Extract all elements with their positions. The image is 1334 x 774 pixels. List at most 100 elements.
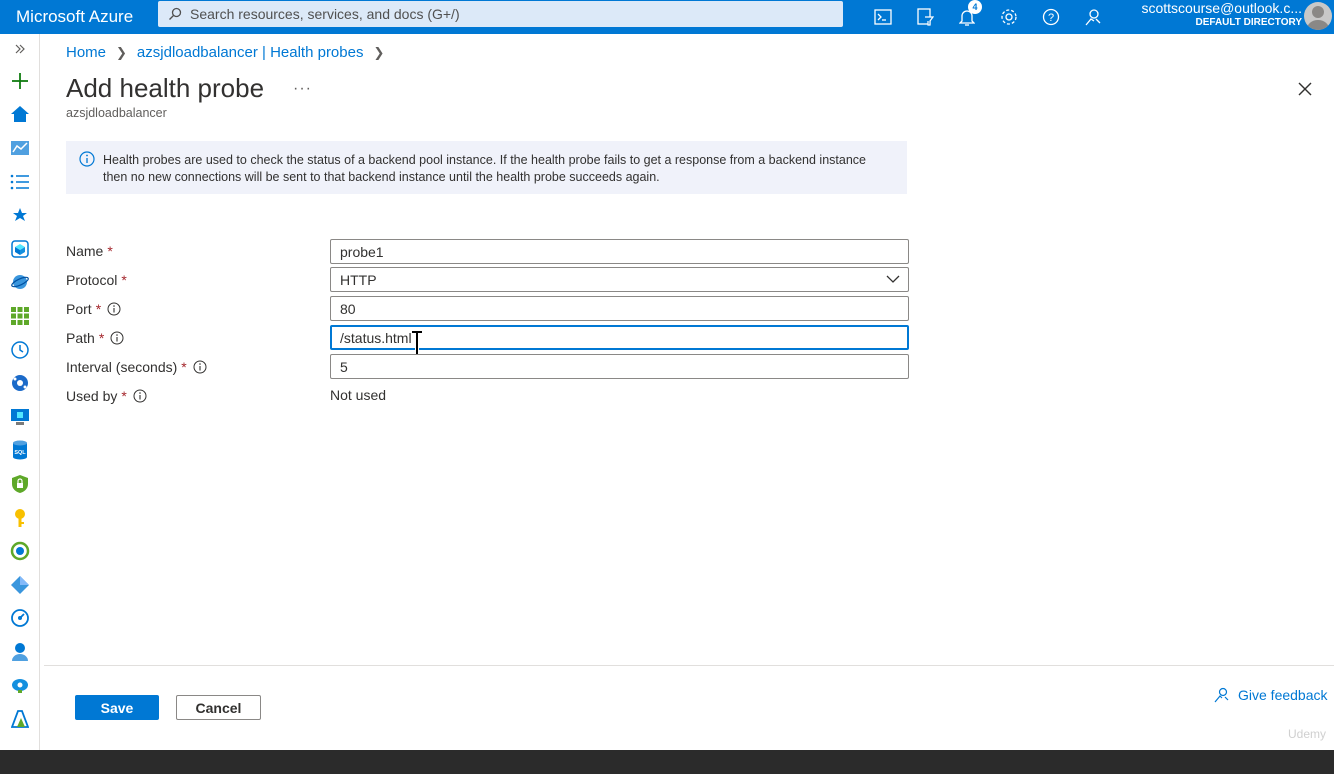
avatar[interactable] xyxy=(1304,2,1332,30)
home-icon xyxy=(11,106,29,123)
devops-icon xyxy=(11,575,29,594)
sidebar-item-cloud-services[interactable] xyxy=(0,669,40,703)
settings-button[interactable] xyxy=(988,0,1030,34)
sidebar-expand-button[interactable] xyxy=(0,34,40,64)
sidebar-item-all-resources[interactable] xyxy=(0,299,40,333)
help-icon: ? xyxy=(1042,8,1060,26)
sidebar-item-virtual-machines[interactable] xyxy=(0,400,40,434)
sidebar-item-cosmos-db[interactable] xyxy=(0,366,40,400)
recent-clock-icon xyxy=(11,340,29,359)
footer-divider xyxy=(44,665,1334,666)
path-label: Path * xyxy=(66,330,124,346)
create-plus-icon xyxy=(12,72,28,89)
cloud-icon xyxy=(12,679,28,694)
breadcrumb-chevron-icon: ❯ xyxy=(373,44,385,60)
cloud-shell-button[interactable] xyxy=(862,0,904,34)
key-vault-icon xyxy=(15,508,25,527)
page-subtitle: azsjdloadbalancer xyxy=(66,106,167,120)
sidebar-item-dashboard[interactable] xyxy=(0,131,40,165)
sidebar-item-sql-databases[interactable]: SQL xyxy=(0,434,40,468)
sidebar-item-home[interactable] xyxy=(0,98,40,132)
favorites-star-icon xyxy=(13,208,27,222)
interval-field[interactable]: 5 xyxy=(330,354,909,379)
sidebar-item-security-center[interactable] xyxy=(0,467,40,501)
udemy-watermark: Udemy xyxy=(1288,727,1327,741)
cancel-button[interactable]: Cancel xyxy=(176,695,261,720)
sidebar-item-monitor[interactable] xyxy=(0,534,40,568)
directory-filter-icon xyxy=(917,8,934,26)
breadcrumb-health-probes-link[interactable]: azsjdloadbalancer | Health probes xyxy=(137,44,364,61)
path-label-text: Path xyxy=(66,330,95,346)
interval-field-value: 5 xyxy=(340,358,348,375)
advisor-icon xyxy=(11,609,29,628)
interval-label: Interval (seconds) * xyxy=(66,359,207,375)
sidebar-item-key-vaults[interactable] xyxy=(0,501,40,535)
info-tooltip-icon[interactable] xyxy=(110,331,124,345)
sidebar-item-favorites[interactable] xyxy=(0,198,40,232)
more-options-button[interactable]: ··· xyxy=(293,80,312,98)
info-tooltip-icon[interactable] xyxy=(133,389,147,403)
port-field-value: 80 xyxy=(340,300,356,317)
monitor-icon xyxy=(10,541,30,561)
azure-logo-icon xyxy=(11,710,29,728)
account-menu[interactable]: scottscourse@outlook.c... DEFAULT DIRECT… xyxy=(1141,0,1302,30)
give-feedback-label: Give feedback xyxy=(1238,687,1328,703)
name-field-value: probe1 xyxy=(340,243,384,260)
name-label-text: Name xyxy=(66,243,104,259)
resource-groups-icon xyxy=(11,240,29,258)
cosmos-db-icon xyxy=(12,375,28,392)
left-sidebar: SQL xyxy=(0,34,40,750)
info-banner-line: then no new connections will be sent to … xyxy=(103,170,660,184)
sidebar-item-devops[interactable] xyxy=(0,568,40,602)
feedback-button[interactable] xyxy=(1072,0,1114,34)
bottom-bar xyxy=(0,750,1334,774)
account-directory: DEFAULT DIRECTORY xyxy=(1195,17,1302,28)
security-shield-icon xyxy=(12,474,28,493)
give-feedback-link[interactable]: Give feedback xyxy=(1214,687,1328,703)
close-button[interactable] xyxy=(1296,80,1314,98)
port-field[interactable]: 80 xyxy=(330,296,909,321)
chevron-down-icon xyxy=(886,275,900,283)
notifications-button[interactable]: 4 xyxy=(946,0,988,34)
sidebar-item-resource-groups[interactable] xyxy=(0,232,40,266)
required-asterisk: * xyxy=(107,243,113,259)
sql-database-icon: SQL xyxy=(13,440,27,460)
sidebar-item-advisor[interactable] xyxy=(0,602,40,636)
port-label: Port * xyxy=(66,301,121,317)
info-banner-text: Health probes are used to check the stat… xyxy=(103,141,866,194)
cloud-shell-icon xyxy=(874,9,892,25)
info-tooltip-icon[interactable] xyxy=(107,302,121,316)
name-field[interactable]: probe1 xyxy=(330,239,909,264)
required-asterisk: * xyxy=(181,359,187,375)
info-icon xyxy=(79,151,95,167)
sidebar-item-users[interactable] xyxy=(0,635,40,669)
sidebar-item-create[interactable] xyxy=(0,64,40,98)
name-label: Name * xyxy=(66,243,113,259)
save-button[interactable]: Save xyxy=(75,695,159,720)
path-field-value: /status.html xyxy=(340,329,412,346)
users-icon xyxy=(12,642,28,661)
sidebar-item-all-services[interactable] xyxy=(0,165,40,199)
required-asterisk: * xyxy=(95,301,102,317)
protocol-label-text: Protocol xyxy=(66,272,118,288)
search-icon xyxy=(169,7,182,20)
breadcrumb-home-link[interactable]: Home xyxy=(66,44,106,61)
all-services-icon xyxy=(10,174,29,189)
info-tooltip-icon[interactable] xyxy=(193,360,207,374)
gear-icon xyxy=(1001,9,1017,25)
directory-filter-button[interactable] xyxy=(904,0,946,34)
help-button[interactable]: ? xyxy=(1030,0,1072,34)
svg-text:?: ? xyxy=(1048,12,1054,24)
required-asterisk: * xyxy=(121,388,127,404)
protocol-dropdown[interactable]: HTTP xyxy=(330,267,909,292)
sidebar-item-recent[interactable] xyxy=(0,333,40,367)
protocol-dropdown-value: HTTP xyxy=(340,271,377,288)
used-by-label-text: Used by xyxy=(66,388,118,404)
dashboard-icon xyxy=(11,140,29,155)
sidebar-item-app-services[interactable] xyxy=(0,266,40,300)
global-search-input[interactable]: Search resources, services, and docs (G+… xyxy=(158,1,843,27)
search-placeholder: Search resources, services, and docs (G+… xyxy=(190,6,460,22)
account-email: scottscourse@outlook.c... xyxy=(1141,0,1302,16)
sidebar-item-azure-ad[interactable] xyxy=(0,702,40,736)
azure-brand[interactable]: Microsoft Azure xyxy=(0,7,158,27)
